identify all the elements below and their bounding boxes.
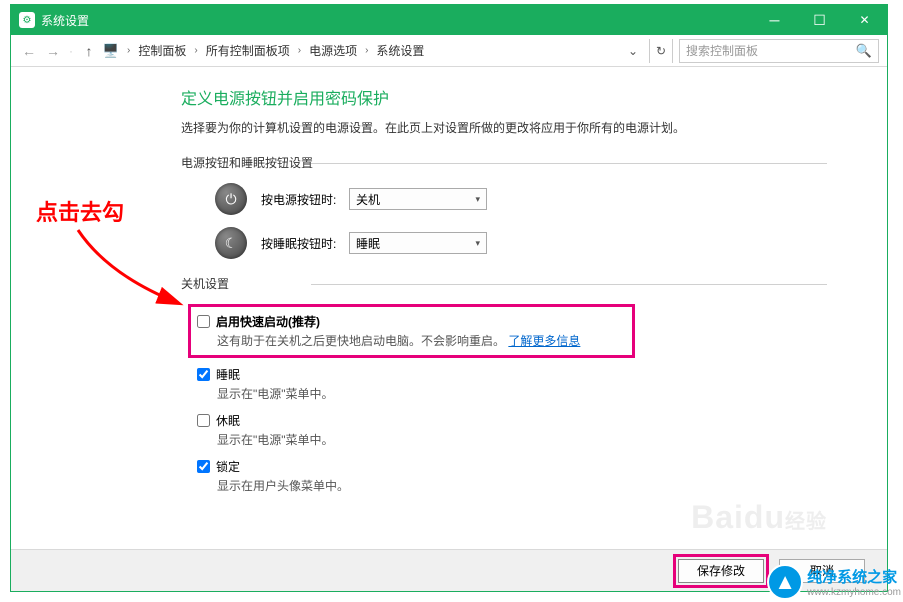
lock-option-desc: 显示在用户头像菜单中。: [197, 477, 887, 494]
sleep-button-label: 按睡眠按钮时:: [261, 235, 341, 252]
lock-checkbox[interactable]: [197, 460, 210, 473]
cancel-button[interactable]: 取消: [779, 559, 865, 583]
sleep-icon: ☾: [215, 227, 247, 259]
window-title: 系统设置: [41, 12, 752, 29]
sleep-checkbox[interactable]: [197, 368, 210, 381]
crumb-power-options[interactable]: 电源选项: [305, 40, 361, 61]
sleep-button-value: 睡眠: [356, 235, 380, 252]
shutdown-settings-group: 关机设置 启用快速启动(推荐) 这有助于在关机之后更快地启动电脑。不会影响重启。…: [181, 275, 887, 494]
search-box[interactable]: 🔍: [679, 39, 879, 63]
chevron-right-icon: ›: [127, 45, 130, 56]
maximize-button[interactable]: ☐: [797, 5, 842, 35]
button-settings-group: 电源按钮和睡眠按钮设置 ⏻ 按电源按钮时: 关机 ▾ ☾ 按睡眠按钮时: 睡眠 …: [181, 154, 887, 259]
page-heading: 定义电源按钮并启用密码保护: [181, 85, 887, 109]
minimize-button[interactable]: ─: [752, 5, 797, 35]
chevron-down-icon: ▾: [475, 194, 480, 205]
learn-more-link[interactable]: 了解更多信息: [508, 334, 580, 348]
button-settings-legend: 电源按钮和睡眠按钮设置: [181, 154, 887, 171]
sleep-option-desc: 显示在"电源"菜单中。: [197, 385, 887, 402]
hibernate-option-desc: 显示在"电源"菜单中。: [197, 431, 887, 448]
navbar: ← → · ↑ 🖥️ › 控制面板 › 所有控制面板项 › 电源选项 › 系统设…: [11, 35, 887, 67]
titlebar: ⚙ 系统设置 ─ ☐ ✕: [11, 5, 887, 35]
chevron-right-icon: ›: [194, 45, 197, 56]
crumb-all-items[interactable]: 所有控制面板项: [202, 40, 294, 61]
save-button[interactable]: 保存修改: [678, 559, 764, 583]
fast-startup-desc: 这有助于在关机之后更快地启动电脑。不会影响重启。: [217, 334, 505, 348]
lock-option: 锁定 显示在用户头像菜单中。: [185, 458, 887, 494]
search-input[interactable]: [686, 44, 856, 58]
sleep-button-row: ☾ 按睡眠按钮时: 睡眠 ▾: [181, 227, 887, 259]
footer: 保存修改 取消: [11, 549, 887, 591]
content-area: 定义电源按钮并启用密码保护 选择要为你的计算机设置的电源设置。在此页上对设置所做…: [11, 67, 887, 553]
hibernate-option-label: 休眠: [216, 412, 240, 429]
hibernate-checkbox[interactable]: [197, 414, 210, 427]
chevron-right-icon: ›: [298, 45, 301, 56]
back-button[interactable]: ←: [19, 41, 39, 61]
annotation-text: 点击去勾: [36, 195, 124, 227]
sleep-option-label: 睡眠: [216, 366, 240, 383]
highlight-save: 保存修改: [673, 554, 769, 588]
sleep-option: 睡眠 显示在"电源"菜单中。: [185, 366, 887, 402]
chevron-down-icon: ▾: [475, 238, 480, 249]
power-button-value: 关机: [356, 191, 380, 208]
breadcrumb: › 控制面板 › 所有控制面板项 › 电源选项 › 系统设置: [123, 40, 619, 61]
chevron-right-icon: ›: [365, 45, 368, 56]
crumb-control-panel[interactable]: 控制面板: [134, 40, 190, 61]
power-button-label: 按电源按钮时:: [261, 191, 341, 208]
app-icon: ⚙: [19, 12, 35, 28]
hibernate-option: 休眠 显示在"电源"菜单中。: [185, 412, 887, 448]
control-panel-icon: 🖥️: [103, 43, 119, 59]
sleep-button-select[interactable]: 睡眠 ▾: [349, 232, 487, 254]
nav-separator: ·: [69, 44, 73, 58]
lock-option-label: 锁定: [216, 458, 240, 475]
fast-startup-label: 启用快速启动(推荐): [216, 313, 320, 330]
shutdown-legend: 关机设置: [181, 275, 887, 292]
close-button[interactable]: ✕: [842, 5, 887, 35]
power-button-row: ⏻ 按电源按钮时: 关机 ▾: [181, 183, 887, 215]
refresh-button[interactable]: ↻: [649, 39, 673, 63]
crumb-system-settings[interactable]: 系统设置: [372, 40, 428, 61]
forward-button[interactable]: →: [43, 41, 63, 61]
search-icon: 🔍: [856, 43, 872, 59]
power-button-select[interactable]: 关机 ▾: [349, 188, 487, 210]
up-button[interactable]: ↑: [79, 41, 99, 61]
power-icon: ⏻: [215, 183, 247, 215]
fast-startup-checkbox[interactable]: [197, 315, 210, 328]
highlight-fast-startup: 启用快速启动(推荐) 这有助于在关机之后更快地启动电脑。不会影响重启。 了解更多…: [188, 304, 635, 358]
path-dropdown-button[interactable]: ⌄: [623, 39, 643, 63]
page-subtitle: 选择要为你的计算机设置的电源设置。在此页上对设置所做的更改将应用于你所有的电源计…: [181, 119, 887, 136]
